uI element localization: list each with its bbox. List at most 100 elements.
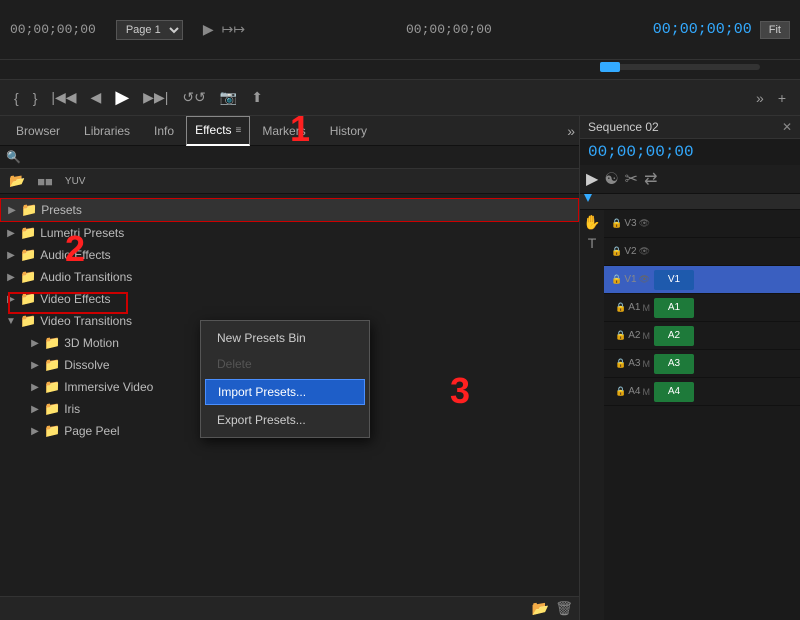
- sequence-close-btn[interactable]: ✕: [782, 120, 792, 134]
- tab-menu-icon: ≡: [236, 125, 242, 136]
- delete-footer-icon[interactable]: 🗑: [555, 600, 573, 617]
- track-a1: 🔒 A1 M A1: [604, 294, 800, 322]
- ripple-tool-icon[interactable]: ☯: [604, 169, 618, 189]
- arrow-video-effects: ▶: [6, 294, 16, 305]
- fit-button[interactable]: Fit: [760, 21, 790, 39]
- folder-lumetri-icon: 📁: [20, 225, 36, 241]
- menu-new-presets-bin[interactable]: New Presets Bin: [201, 325, 369, 351]
- tree-item-presets[interactable]: ▶ 📁 Presets: [0, 198, 579, 222]
- track-v3: 🔒 V3 👁: [604, 210, 800, 238]
- menu-import-presets[interactable]: Import Presets...: [205, 379, 365, 405]
- tabs-overflow-icon[interactable]: »: [567, 123, 575, 139]
- track-a2: 🔒 A2 M A2: [604, 322, 800, 350]
- folder-presets-icon: 📁: [21, 202, 37, 218]
- folder-audio-transitions-icon: 📁: [20, 269, 36, 285]
- sequence-title: Sequence 02: [588, 120, 659, 134]
- timeline-ruler: [580, 194, 800, 210]
- track-label-a4: 🔒 A4 M: [604, 386, 654, 397]
- slip-tool-icon[interactable]: ⇄: [644, 169, 657, 189]
- expand-icon[interactable]: ↦↦: [222, 21, 245, 38]
- track-body-a1[interactable]: A1: [654, 294, 800, 321]
- clip-a1[interactable]: A1: [654, 298, 694, 318]
- new-bin-footer-icon[interactable]: 📂: [532, 600, 549, 617]
- eye-v1-icon: 👁: [639, 274, 650, 285]
- tab-info[interactable]: Info: [142, 116, 186, 146]
- folder-iris-icon: 📁: [44, 401, 60, 417]
- arrow-audio-effects: ▶: [6, 250, 16, 261]
- more-controls-icon[interactable]: »: [752, 88, 768, 108]
- yuv-icon[interactable]: YUV: [62, 175, 89, 188]
- goto-in-icon[interactable]: |◀◀: [47, 87, 80, 108]
- tab-history[interactable]: History: [318, 116, 379, 146]
- clip-a3[interactable]: A3: [654, 354, 694, 374]
- lock-a2-icon: 🔒: [615, 330, 626, 341]
- tree-item-audio-transitions[interactable]: ▶ 📁 Audio Transitions: [0, 266, 579, 288]
- mute-a2-icon: M: [643, 331, 651, 341]
- track-body-v2[interactable]: [654, 238, 800, 265]
- folder-video-transitions-icon: 📁: [20, 313, 36, 329]
- clip-v1[interactable]: V1: [654, 270, 694, 290]
- folder-page-peel-icon: 📁: [44, 423, 60, 439]
- tree-item-video-effects[interactable]: ▶ 📁 Video Effects: [0, 288, 579, 310]
- step-back-icon[interactable]: ◀: [87, 87, 106, 108]
- zoom-tool-icon[interactable]: T: [588, 235, 597, 251]
- mute-a4-icon: M: [643, 387, 651, 397]
- clip-a4[interactable]: A4: [654, 382, 694, 402]
- mute-a3-icon: M: [643, 359, 651, 369]
- page-select[interactable]: Page 1: [116, 20, 183, 40]
- marker-in-icon[interactable]: {: [10, 88, 23, 108]
- track-body-v3[interactable]: [654, 210, 800, 237]
- track-body-a3[interactable]: A3: [654, 350, 800, 377]
- arrow-presets: ▶: [7, 205, 17, 216]
- folder-video-effects-icon: 📁: [20, 291, 36, 307]
- tab-markers[interactable]: Markers: [250, 116, 317, 146]
- ruler-bar: [0, 60, 800, 80]
- track-label-a2: 🔒 A2 M: [604, 330, 654, 341]
- marker-out-icon[interactable]: }: [29, 88, 42, 108]
- selection-tool-icon[interactable]: ▶: [586, 169, 598, 189]
- tab-libraries[interactable]: Libraries: [72, 116, 142, 146]
- razor-tool-icon[interactable]: ✂: [625, 169, 638, 189]
- tree-item-audio-effects[interactable]: ▶ 📁 Audio Effects: [0, 244, 579, 266]
- arrow-audio-transitions: ▶: [6, 272, 16, 283]
- tab-browser[interactable]: Browser: [4, 116, 72, 146]
- playhead: [584, 194, 592, 202]
- new-bin-icon[interactable]: 📂: [6, 172, 28, 190]
- main-area: Browser Libraries Info Effects ≡ Markers…: [0, 116, 800, 620]
- lock-a3-icon: 🔒: [615, 358, 626, 369]
- track-v1: 🔒 V1 👁 V1: [604, 266, 800, 294]
- prev-page-icon[interactable]: ▶: [203, 21, 214, 38]
- camera-icon[interactable]: 📷: [216, 87, 241, 108]
- track-body-a2[interactable]: A2: [654, 322, 800, 349]
- lock-v3-icon: 🔒: [611, 218, 622, 229]
- track-body-v1[interactable]: V1: [654, 266, 800, 293]
- hand-tool-icon[interactable]: ✋: [583, 214, 600, 231]
- tree-item-lumetri[interactable]: ▶ 📁 Lumetri Presets: [0, 222, 579, 244]
- timecode-left: 00;00;00;00: [10, 22, 96, 37]
- folder-3d-motion-icon: 📁: [44, 335, 60, 351]
- folder-audio-effects-icon: 📁: [20, 247, 36, 263]
- eye-v2-icon: 👁: [639, 246, 650, 257]
- loop-icon[interactable]: ↺↺: [178, 87, 209, 108]
- clip-a2[interactable]: A2: [654, 326, 694, 346]
- menu-export-presets[interactable]: Export Presets...: [201, 407, 369, 433]
- arrow-lumetri: ▶: [6, 228, 16, 239]
- export-icon[interactable]: ⬆: [247, 87, 267, 108]
- timeline-tracks: 🔒 V3 👁 🔒 V2 👁: [604, 210, 800, 620]
- track-v2: 🔒 V2 👁: [604, 238, 800, 266]
- search-input[interactable]: [25, 150, 573, 164]
- mute-a1-icon: M: [643, 303, 651, 313]
- play-icon[interactable]: ▶: [111, 85, 133, 110]
- tabs-row: Browser Libraries Info Effects ≡ Markers…: [0, 116, 579, 146]
- step-fwd-icon[interactable]: ▶▶|: [139, 87, 172, 108]
- grid-icon[interactable]: ■■: [34, 173, 56, 190]
- arrow-video-transitions: ▼: [6, 316, 16, 327]
- lock-a4-icon: 🔒: [615, 386, 626, 397]
- right-timecode: 00;00;00;00: [580, 139, 800, 165]
- add-control-icon[interactable]: +: [774, 88, 790, 108]
- track-body-a4[interactable]: A4: [654, 378, 800, 405]
- timeline-tool-row: ▶ ☯ ✂ ⇄: [580, 165, 800, 194]
- track-a4: 🔒 A4 M A4: [604, 378, 800, 406]
- tab-effects[interactable]: Effects ≡: [186, 116, 250, 146]
- left-panel: Browser Libraries Info Effects ≡ Markers…: [0, 116, 580, 620]
